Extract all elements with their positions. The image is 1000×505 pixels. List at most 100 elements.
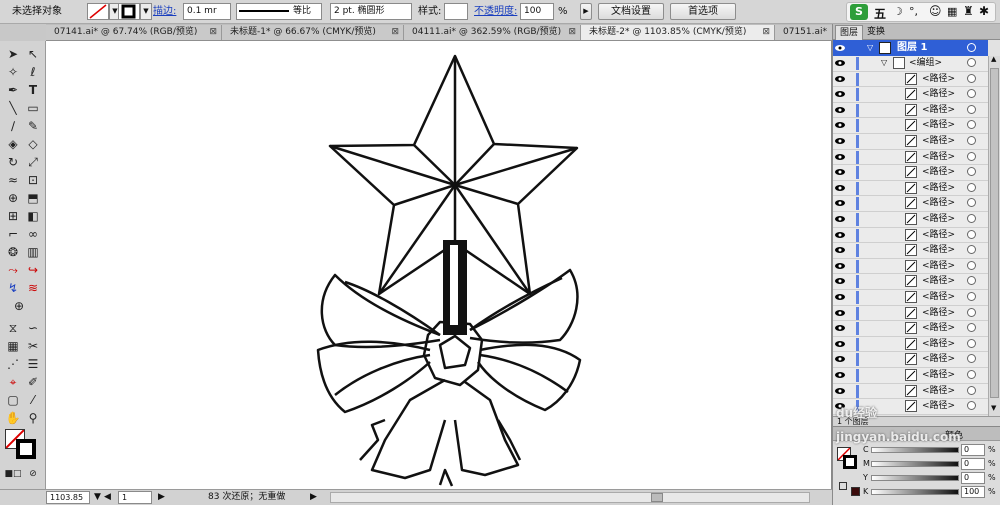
- path-label[interactable]: <路径>: [922, 228, 955, 242]
- tab-07151[interactable]: 07151.ai*: [775, 25, 832, 40]
- y-slider[interactable]: [871, 475, 959, 481]
- target-icon[interactable]: [967, 214, 976, 223]
- path-row[interactable]: <路径>: [833, 399, 988, 415]
- curvature-tool-icon[interactable]: ↪: [24, 261, 42, 279]
- scroll-down-icon[interactable]: ▼: [991, 404, 996, 412]
- target-icon[interactable]: [967, 73, 976, 83]
- path-row[interactable]: <路径>: [833, 243, 988, 259]
- zoom-tool-icon[interactable]: ⚲: [24, 409, 42, 427]
- slice-tool-icon[interactable]: ⋰: [4, 355, 22, 373]
- k-slider[interactable]: [871, 489, 959, 495]
- path-label[interactable]: <路径>: [922, 259, 955, 273]
- visibility-eye-icon[interactable]: [835, 231, 845, 239]
- close-icon[interactable]: ⊠: [762, 25, 770, 40]
- scroll-up-icon[interactable]: ▲: [991, 55, 996, 63]
- target-icon[interactable]: [967, 245, 976, 255]
- path-label[interactable]: <路径>: [922, 399, 955, 413]
- tab-color[interactable]: 颜色: [945, 428, 963, 441]
- twirl-tool-icon[interactable]: ∽: [24, 319, 42, 337]
- status-menu-icon[interactable]: ▶: [310, 491, 317, 504]
- punctuation-icon[interactable]: °,: [909, 5, 918, 18]
- target-icon[interactable]: [967, 136, 976, 145]
- paintbrush-icon[interactable]: ∕: [4, 117, 22, 135]
- target-icon[interactable]: [967, 307, 976, 317]
- anchor-tool-icon[interactable]: ↯: [4, 279, 22, 297]
- path-row[interactable]: <路径>: [833, 134, 988, 150]
- opacity-field[interactable]: 100: [520, 3, 554, 20]
- scroll-thumb[interactable]: [990, 68, 999, 398]
- none-mode-icon[interactable]: ⊘: [24, 465, 42, 483]
- path-label[interactable]: <路径>: [922, 72, 955, 86]
- target-icon[interactable]: [967, 229, 976, 239]
- brush-definition[interactable]: 2 pt. 椭圆形: [330, 3, 412, 20]
- align-tool-icon[interactable]: ☰: [24, 355, 42, 373]
- target-icon[interactable]: [967, 292, 976, 301]
- type-tool-icon[interactable]: T: [24, 81, 42, 99]
- visibility-eye-icon[interactable]: [835, 90, 845, 98]
- direct-selection-tool-icon[interactable]: ↖: [24, 45, 42, 63]
- opacity-menu-button[interactable]: ▶: [580, 3, 592, 20]
- path-row[interactable]: <路径>: [833, 383, 988, 400]
- target-icon[interactable]: [967, 104, 976, 114]
- path-label[interactable]: <路径>: [922, 384, 955, 398]
- moon-icon[interactable]: ☽: [893, 5, 903, 18]
- crosshair-tool-icon[interactable]: ⊕: [10, 297, 28, 315]
- disclosure-triangle-icon[interactable]: ▽: [881, 56, 887, 70]
- visibility-eye-icon[interactable]: [835, 121, 845, 129]
- group-row[interactable]: ▽ <编组>: [833, 56, 988, 72]
- visibility-eye-icon[interactable]: [835, 44, 845, 52]
- path-row[interactable]: <路径>: [833, 87, 988, 103]
- visibility-eye-icon[interactable]: [835, 293, 845, 301]
- disclosure-triangle-icon[interactable]: ▽: [867, 40, 873, 56]
- opacity-label[interactable]: 不透明度:: [474, 3, 517, 20]
- free-transform-icon[interactable]: ⊡: [24, 171, 42, 189]
- blend-tool-icon[interactable]: ∞: [24, 225, 42, 243]
- visibility-eye-icon[interactable]: [835, 215, 845, 223]
- keyboard-icon[interactable]: ▦: [947, 5, 957, 18]
- mesh-tool-icon[interactable]: ⧖: [4, 319, 22, 337]
- hand-tool-icon[interactable]: ✋: [4, 409, 22, 427]
- visibility-eye-icon[interactable]: [835, 153, 845, 161]
- eyedropper-2-icon[interactable]: ⌖: [4, 373, 22, 391]
- path-label[interactable]: <路径>: [922, 321, 955, 335]
- target-icon[interactable]: [967, 354, 976, 364]
- target-icon[interactable]: [967, 58, 976, 67]
- path-row[interactable]: <路径>: [833, 71, 988, 88]
- artboard-tool-icon[interactable]: ▢: [4, 391, 22, 409]
- path-row[interactable]: <路径>: [833, 149, 988, 166]
- visibility-eye-icon[interactable]: [835, 387, 845, 395]
- stroke-color-icon[interactable]: [16, 439, 36, 459]
- line-tool-icon[interactable]: ╲: [4, 99, 22, 117]
- last-color-swatch[interactable]: [851, 487, 860, 496]
- y-field[interactable]: 0: [961, 472, 985, 484]
- pen-tool-icon[interactable]: ✒: [4, 81, 22, 99]
- tab-07141[interactable]: 07141.ai* @ 67.74% (RGB/预览) ⊠: [46, 25, 222, 40]
- symbol-sprayer-icon[interactable]: ❂: [4, 243, 22, 261]
- measure-tool-icon[interactable]: ✐: [24, 373, 42, 391]
- sogou-logo-icon[interactable]: S: [850, 4, 868, 20]
- path-label[interactable]: <路径>: [922, 196, 955, 210]
- path-label[interactable]: <路径>: [922, 165, 955, 179]
- path-row[interactable]: <路径>: [833, 258, 988, 275]
- path-row[interactable]: <路径>: [833, 352, 988, 368]
- close-icon[interactable]: ⊠: [568, 25, 576, 40]
- live-paint-icon[interactable]: ⬒: [24, 189, 42, 207]
- group-label[interactable]: <编组>: [909, 56, 942, 70]
- target-icon[interactable]: [967, 89, 976, 99]
- shirt-icon[interactable]: ♜: [963, 4, 974, 18]
- path-label[interactable]: <路径>: [922, 103, 955, 117]
- eraser-icon[interactable]: ◇: [24, 135, 42, 153]
- graphic-style-picker[interactable]: [444, 3, 468, 20]
- visibility-eye-icon[interactable]: [835, 59, 845, 67]
- stroke-proxy-icon[interactable]: [843, 455, 857, 469]
- layer-name[interactable]: 图层 1: [897, 40, 927, 56]
- fill-swatch[interactable]: [87, 3, 109, 20]
- target-icon[interactable]: [967, 385, 976, 395]
- tab-04111[interactable]: 04111.ai* @ 362.59% (RGB/预览) ⊠: [404, 25, 581, 40]
- rotate-tool-icon[interactable]: ↻: [4, 153, 22, 171]
- grid-tool-icon[interactable]: ▦: [4, 337, 22, 355]
- target-icon[interactable]: [967, 401, 976, 411]
- visibility-eye-icon[interactable]: [835, 168, 845, 176]
- star-ornament-artwork[interactable]: [46, 41, 832, 489]
- target-icon[interactable]: [967, 182, 976, 192]
